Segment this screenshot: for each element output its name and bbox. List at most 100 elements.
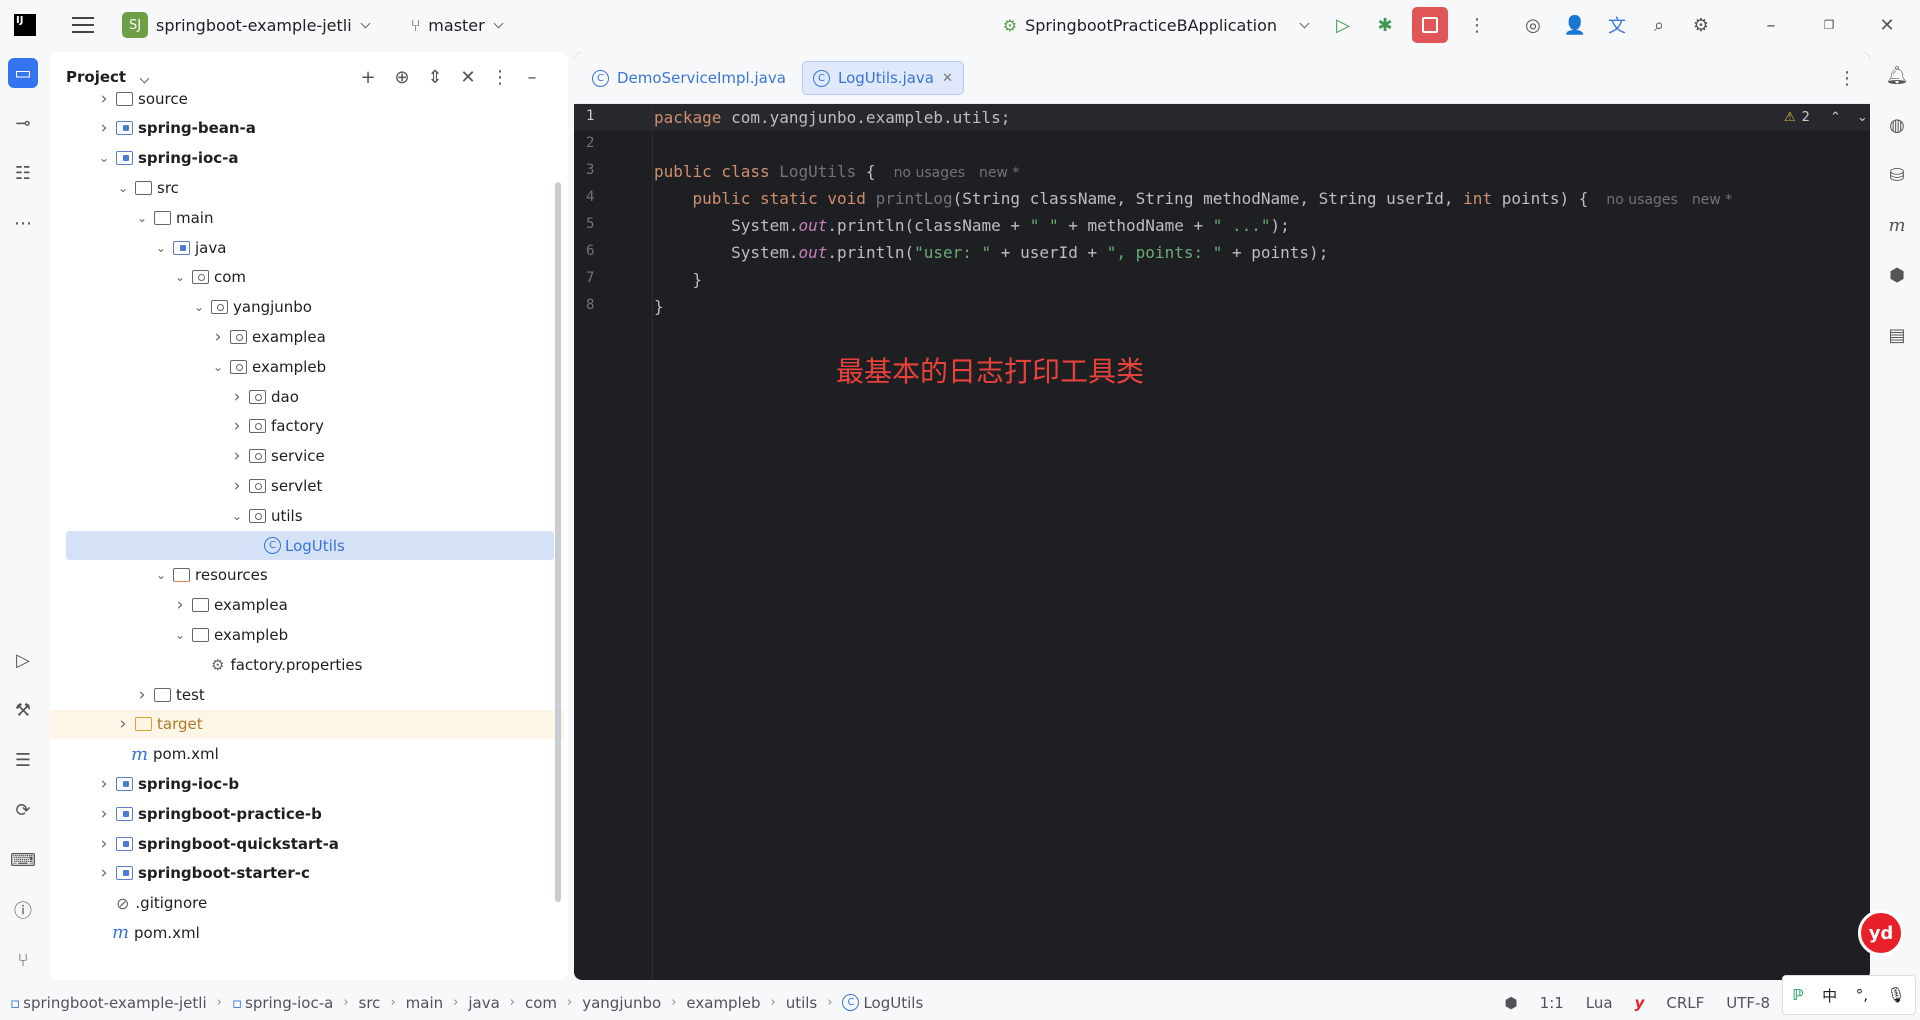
encoding[interactable]: UTF-8 [1726,994,1770,1012]
tree-item[interactable]: ⊘ .gitignore [50,889,550,918]
youdao-badge[interactable]: yd [1858,910,1904,956]
tree-item[interactable]: › spring-ioc-b [50,769,550,798]
run-icon[interactable]: ▷ [1328,10,1358,40]
chevron-right-icon[interactable]: › [96,834,112,854]
project-selector[interactable]: springboot-example-jetli [148,0,371,50]
tree-item[interactable]: ⌄ utils [50,501,550,530]
breadcrumb-item[interactable]: exampleb [686,994,760,1012]
chevron-right-icon[interactable]: › [96,774,112,794]
run-config-selector[interactable]: ⚙ SpringbootPracticeBApplication [1003,0,1310,50]
tree-item[interactable]: ⌄ exampleb [50,620,550,649]
cursor-position[interactable]: 1:1 [1540,994,1564,1012]
breadcrumb-item[interactable]: spring-ioc-a [245,994,333,1012]
stop-button[interactable] [1412,7,1448,43]
close-icon[interactable]: ✕ [1872,10,1902,40]
more-actions-icon[interactable]: ⋮ [1462,10,1492,40]
tree-item[interactable]: C LogUtils [66,531,554,560]
chevron-right-icon[interactable]: › [115,714,131,734]
ime-language[interactable]: 中 [1822,985,1837,1006]
debug-tool-icon[interactable]: ⟳ [8,795,38,825]
main-menu-icon[interactable] [72,17,94,33]
microphone-icon[interactable]: 🎙︎ [1887,986,1906,1004]
breadcrumb-item[interactable]: utils [786,994,818,1012]
tab-options-icon[interactable]: ⋮ [1832,63,1862,93]
chevron-right-icon[interactable]: › [229,446,245,466]
project-tool-icon[interactable]: ▭ [8,58,38,88]
branch-selector[interactable]: ⑂ master [411,0,504,50]
settings-icon[interactable]: ⚙ [1686,10,1716,40]
line-ending[interactable]: CRLF [1666,994,1704,1012]
chevron-down-icon[interactable]: ⌄ [1857,110,1868,125]
ai-chat-icon[interactable]: ◍ [1882,110,1912,140]
tree-item[interactable]: › spring-bean-a [50,114,550,143]
debug-icon[interactable]: ✱ [1370,10,1400,40]
chevron-right-icon[interactable]: › [172,595,188,615]
code-with-me-icon[interactable]: 👤 [1560,10,1590,40]
tree-item[interactable]: › source [50,84,550,113]
tree-item[interactable]: ⌄ main [50,203,550,232]
chevron-right-icon[interactable]: › [134,685,150,705]
chevron-right-icon[interactable]: › [229,416,245,436]
breadcrumb-item[interactable]: src [359,994,381,1012]
plugin-status-icon[interactable]: ⬢ [1505,994,1518,1012]
chevron-right-icon[interactable]: › [229,476,245,496]
tree-item[interactable]: ⌄ src [50,173,550,202]
build-tool-icon[interactable]: ⚒ [8,695,38,725]
inspection-widget[interactable]: ⚠ 2 ⌃ ⌄ [1784,110,1868,125]
chevron-down-icon[interactable]: ⌄ [115,181,131,195]
project-badge[interactable]: SJ [122,12,148,38]
breadcrumb-item[interactable]: java [468,994,499,1012]
tree-item[interactable]: › springboot-starter-c [50,859,550,888]
ime-logo-icon[interactable]: ℙ [1792,986,1803,1004]
search-icon[interactable]: ⌕ [1644,10,1674,40]
tree-item[interactable]: ⌄ java [50,233,550,262]
tree-item[interactable]: › factory [50,412,550,441]
chevron-down-icon[interactable]: ⌄ [210,360,226,374]
problems-tool-icon[interactable]: ⓘ [8,895,38,925]
run-tool-icon[interactable]: ▷ [8,645,38,675]
tree-item[interactable]: m pom.xml [50,918,550,947]
plugin-icon[interactable]: ⬢ [1882,260,1912,290]
notifications-icon[interactable]: 🔔︎ [1882,60,1912,90]
tab-logutils[interactable]: C LogUtils.java ✕ [802,61,964,95]
tree-item[interactable]: › test [50,680,550,709]
tree-item[interactable]: › servlet [50,471,550,500]
tree-item[interactable]: ⌄ spring-ioc-a [50,144,550,173]
chevron-down-icon[interactable]: ⌄ [229,509,245,523]
services-tool-icon[interactable]: ☰ [8,745,38,775]
ime-punctuation[interactable]: °, [1856,986,1868,1004]
tree-item[interactable]: ⌄ exampleb [50,352,550,381]
tree-item[interactable]: › target [50,709,564,739]
breadcrumb-item[interactable]: LogUtils [863,994,923,1012]
tree-item[interactable]: › service [50,442,550,471]
ai-assistant-icon[interactable]: ◎ [1518,10,1548,40]
inlay-hint-usages[interactable]: no usages [1606,192,1677,208]
tab-demoserviceimpl[interactable]: C DemoServiceImpl.java [582,61,796,95]
maven-icon[interactable]: m [1882,210,1912,240]
tree-item[interactable]: › dao [50,382,550,411]
tree-item[interactable]: › springboot-practice-b [50,799,550,828]
chevron-right-icon[interactable]: › [96,89,112,109]
text-layout-icon[interactable]: ▤ [1882,320,1912,350]
restore-icon[interactable]: ❐ [1814,10,1844,40]
more-tools-icon[interactable]: ⋯ [8,208,38,238]
chevron-down-icon[interactable]: ⌄ [172,270,188,284]
commit-tool-icon[interactable]: ⊸ [8,108,38,138]
tree-item[interactable]: ⌄ com [50,263,550,292]
tree-item[interactable]: m pom.xml [50,740,550,769]
chevron-down-icon[interactable]: ⌄ [153,568,169,582]
breadcrumb-item[interactable]: springboot-example-jetli [23,994,206,1012]
tree-item[interactable]: › examplea [50,591,550,620]
chevron-down-icon[interactable]: ⌄ [134,211,150,225]
chevron-right-icon[interactable]: › [96,863,112,883]
language-indicator[interactable]: Lua [1586,994,1613,1012]
chevron-right-icon[interactable]: › [229,387,245,407]
inlay-hint-new[interactable]: new * [1692,192,1732,208]
inlay-hint-usages[interactable]: no usages [894,165,965,181]
tab-close-icon[interactable]: ✕ [942,71,953,86]
tree-item[interactable]: › examplea [50,322,550,351]
git-tool-icon[interactable]: ⑂ [8,945,38,975]
inlay-hint-new[interactable]: new * [979,165,1019,181]
chevron-down-icon[interactable]: ⌄ [172,628,188,642]
chevron-up-icon[interactable]: ⌃ [1830,110,1841,125]
